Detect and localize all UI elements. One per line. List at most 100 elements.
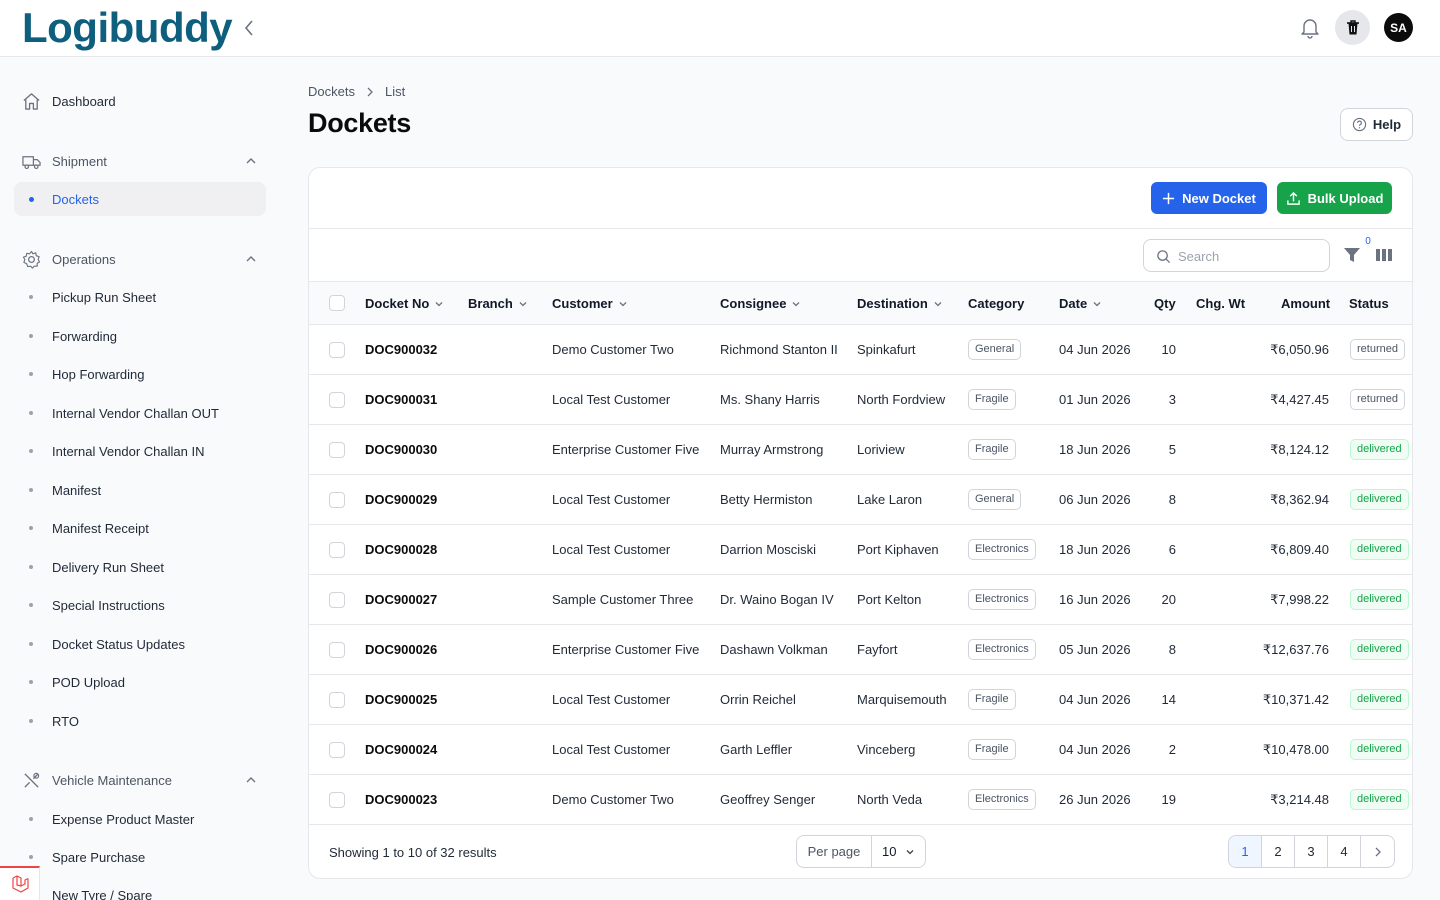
table-row[interactable]: DOC900032 Demo Customer Two Richmond Stant… bbox=[309, 325, 1412, 375]
sidebar-item-label: Manifest bbox=[52, 483, 102, 498]
sidebar-item-ivc-in[interactable]: Internal Vendor Challan IN bbox=[14, 434, 266, 468]
sidebar-item-new-tyre-spare[interactable]: New Tyre / Spare bbox=[14, 878, 266, 900]
row-checkbox[interactable] bbox=[329, 392, 345, 408]
cell-docket-no: DOC900028 bbox=[365, 542, 438, 557]
help-button[interactable]: Help bbox=[1340, 108, 1413, 141]
col-date[interactable]: Date bbox=[1059, 296, 1102, 311]
sidebar-item-hop-forwarding[interactable]: Hop Forwarding bbox=[14, 357, 266, 391]
sidebar-item-pickup-run-sheet[interactable]: Pickup Run Sheet bbox=[14, 280, 266, 314]
next-page-button[interactable] bbox=[1361, 836, 1394, 867]
table-row[interactable]: DOC900024 Local Test Customer Garth Leffle… bbox=[309, 725, 1412, 775]
sidebar-group-vehicle-maintenance[interactable]: Vehicle Maintenance bbox=[14, 765, 266, 795]
sidebar-item-expense-product-master[interactable]: Expense Product Master bbox=[14, 802, 266, 836]
row-checkbox[interactable] bbox=[329, 692, 345, 708]
notifications-button[interactable] bbox=[1299, 16, 1321, 40]
row-checkbox[interactable] bbox=[329, 592, 345, 608]
col-branch[interactable]: Branch bbox=[468, 296, 528, 311]
cell-destination: Loriview bbox=[857, 442, 905, 457]
page-2-button[interactable]: 2 bbox=[1262, 836, 1295, 867]
bullet bbox=[29, 449, 33, 453]
sidebar-item-ivc-out[interactable]: Internal Vendor Challan OUT bbox=[14, 396, 266, 430]
sidebar-item-docket-status-updates[interactable]: Docket Status Updates bbox=[14, 627, 266, 661]
cell-destination: Fayfort bbox=[857, 642, 898, 657]
category-badge: General bbox=[968, 339, 1022, 360]
cell-docket-no: DOC900023 bbox=[365, 792, 438, 807]
row-checkbox[interactable] bbox=[329, 442, 345, 458]
logo[interactable]: Logibuddy bbox=[22, 6, 233, 50]
sidebar-item-rto[interactable]: RTO bbox=[14, 704, 266, 738]
bullet bbox=[29, 197, 34, 202]
cell-amount: ₹12,637.76 bbox=[1262, 642, 1329, 657]
bulk-upload-button[interactable]: Bulk Upload bbox=[1277, 182, 1392, 214]
chevron-right-icon bbox=[367, 87, 373, 96]
per-page-select[interactable]: Per page 10 bbox=[796, 835, 926, 868]
debug-bar-toggle[interactable] bbox=[0, 866, 40, 900]
column-label: Customer bbox=[552, 296, 613, 311]
sidebar-item-dashboard[interactable]: Dashboard bbox=[14, 84, 266, 118]
col-docket-no[interactable]: Docket No bbox=[365, 296, 444, 311]
user-avatar[interactable]: SA bbox=[1384, 13, 1413, 42]
table-row[interactable]: DOC900027 Sample Customer Three Dr. Waino … bbox=[309, 575, 1412, 625]
col-customer[interactable]: Customer bbox=[552, 296, 628, 311]
table-row[interactable]: DOC900030 Enterprise Customer Five Murray … bbox=[309, 425, 1412, 475]
category-badge: Electronics bbox=[968, 639, 1036, 660]
col-destination[interactable]: Destination bbox=[857, 296, 943, 311]
search-box bbox=[1143, 239, 1330, 272]
cell-destination: Port Kiphaven bbox=[857, 542, 939, 557]
cell-date: 16 Jun 2026 bbox=[1059, 592, 1131, 607]
search-input[interactable] bbox=[1178, 246, 1323, 266]
sidebar-group-label: Vehicle Maintenance bbox=[52, 773, 172, 788]
breadcrumb-list: List bbox=[384, 84, 406, 99]
trash-button[interactable] bbox=[1335, 10, 1370, 45]
row-checkbox[interactable] bbox=[329, 492, 345, 508]
row-checkbox[interactable] bbox=[329, 342, 345, 358]
sidebar-item-spare-purchase[interactable]: Spare Purchase bbox=[14, 840, 266, 874]
cell-docket-no: DOC900025 bbox=[365, 692, 438, 707]
column-label: Date bbox=[1059, 296, 1088, 311]
row-checkbox[interactable] bbox=[329, 542, 345, 558]
table-row[interactable]: DOC900023 Demo Customer Two Geoffrey Senge… bbox=[309, 775, 1412, 825]
cell-docket-no: DOC900027 bbox=[365, 592, 438, 607]
new-docket-button[interactable]: New Docket bbox=[1151, 182, 1267, 214]
collapse-sidebar-button[interactable] bbox=[238, 16, 260, 40]
sidebar-item-forwarding[interactable]: Forwarding bbox=[14, 319, 266, 353]
results-summary: Showing 1 to 10 of 32 results bbox=[329, 845, 497, 860]
page-1-button[interactable]: 1 bbox=[1229, 836, 1262, 867]
sidebar-item-dockets[interactable]: Dockets bbox=[14, 182, 266, 216]
sidebar: Dashboard Shipment Dockets Operations Pi… bbox=[0, 57, 282, 900]
row-checkbox[interactable] bbox=[329, 642, 345, 658]
category-badge: Fragile bbox=[968, 389, 1016, 410]
select-all-checkbox[interactable] bbox=[329, 295, 345, 311]
category-badge: General bbox=[968, 489, 1022, 510]
cell-consignee: Betty Hermiston bbox=[720, 492, 813, 507]
page-4-button[interactable]: 4 bbox=[1328, 836, 1361, 867]
chevron-down-icon bbox=[435, 301, 443, 306]
table-toolbar: 0 bbox=[309, 229, 1412, 282]
column-label: Status bbox=[1349, 296, 1389, 311]
row-checkbox[interactable] bbox=[329, 792, 345, 808]
cell-customer: Sample Customer Three bbox=[552, 592, 694, 607]
sidebar-item-manifest-receipt[interactable]: Manifest Receipt bbox=[14, 511, 266, 545]
search-icon bbox=[1157, 250, 1171, 264]
per-page-value[interactable]: 10 bbox=[872, 836, 925, 867]
table-row[interactable]: DOC900028 Local Test Customer Darrion Mosc… bbox=[309, 525, 1412, 575]
sidebar-item-manifest[interactable]: Manifest bbox=[14, 473, 266, 507]
cell-destination: Marquisemouth bbox=[857, 692, 947, 707]
columns-icon[interactable] bbox=[1375, 246, 1393, 264]
table-row[interactable]: DOC900031 Local Test Customer Ms. Shany Ha… bbox=[309, 375, 1412, 425]
row-checkbox[interactable] bbox=[329, 742, 345, 758]
sidebar-group-shipment[interactable]: Shipment bbox=[14, 146, 266, 176]
table-row[interactable]: DOC900025 Local Test Customer Orrin Reiche… bbox=[309, 675, 1412, 725]
sidebar-item-delivery-run-sheet[interactable]: Delivery Run Sheet bbox=[14, 550, 266, 584]
sidebar-item-pod-upload[interactable]: POD Upload bbox=[14, 665, 266, 699]
cell-destination: Lake Laron bbox=[857, 492, 923, 507]
table-row[interactable]: DOC900026 Enterprise Customer Five Dashawn… bbox=[309, 625, 1412, 675]
sidebar-item-special-instructions[interactable]: Special Instructions bbox=[14, 588, 266, 622]
filter-icon[interactable] bbox=[1343, 246, 1361, 264]
table-row[interactable]: DOC900029 Local Test Customer Betty Hermis… bbox=[309, 475, 1412, 525]
sidebar-group-operations[interactable]: Operations bbox=[14, 244, 266, 274]
page-3-button[interactable]: 3 bbox=[1295, 836, 1328, 867]
filter-count-badge: 0 bbox=[1365, 236, 1371, 247]
col-consignee[interactable]: Consignee bbox=[720, 296, 801, 311]
breadcrumb-dockets[interactable]: Dockets bbox=[308, 84, 355, 99]
